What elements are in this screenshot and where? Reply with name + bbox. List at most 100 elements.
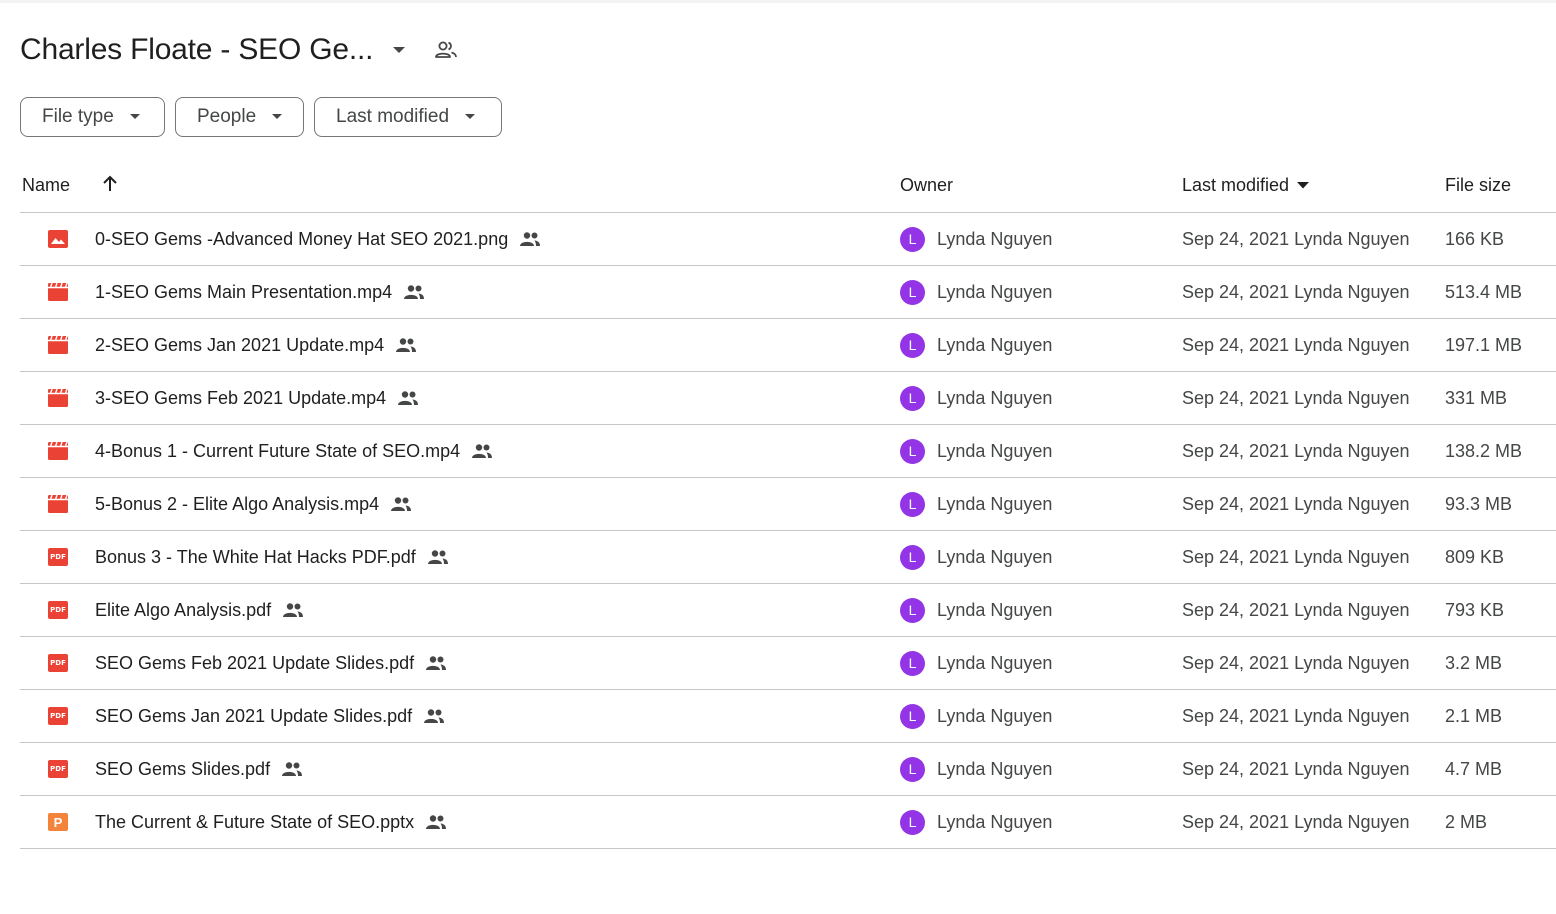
file-name-cell[interactable]: Elite Algo Analysis.pdf (95, 584, 304, 636)
pdf-icon: PDF (48, 707, 68, 725)
last-modified-cell: Sep 24, 2021 Lynda Nguyen (1182, 705, 1410, 726)
video-icon (48, 336, 68, 354)
shared-icon (425, 814, 447, 830)
file-name: Bonus 3 - The White Hat Hacks PDF.pdf (95, 546, 416, 567)
shared-icon (425, 655, 447, 671)
filter-last-modified-label: Last modified (336, 106, 450, 127)
owner-name: Lynda Nguyen (937, 440, 1053, 461)
filter-last-modified-button[interactable]: Last modified (314, 97, 502, 137)
file-name: 0-SEO Gems -Advanced Money Hat SEO 2021.… (95, 228, 509, 249)
last-modified-cell: Sep 24, 2021 Lynda Nguyen (1182, 334, 1410, 355)
filter-file-type-label: File type (42, 106, 114, 127)
avatar: L (900, 703, 925, 729)
table-row[interactable]: PDF Elite Algo Analysis.pdf L Lynda Nguy… (20, 584, 1556, 637)
shared-icon (282, 602, 304, 618)
table-row[interactable]: 4-Bonus 1 - Current Future State of SEO.… (20, 425, 1556, 478)
video-icon (48, 442, 68, 460)
table-row[interactable]: 1-SEO Gems Main Presentation.mp4 L Lynda… (20, 266, 1556, 319)
file-name-cell[interactable]: Bonus 3 - The White Hat Hacks PDF.pdf (95, 531, 449, 583)
owner-name: Lynda Nguyen (937, 281, 1053, 302)
shared-icon (427, 549, 449, 565)
owner-cell: L Lynda Nguyen (900, 425, 1052, 477)
file-name: The Current & Future State of SEO.pptx (95, 811, 415, 832)
chevron-down-icon (272, 114, 283, 120)
table-row[interactable]: 3-SEO Gems Feb 2021 Update.mp4 L Lynda N… (20, 372, 1556, 425)
avatar: L (900, 332, 925, 358)
sort-ascending-arrow-icon[interactable] (100, 174, 120, 194)
owner-name: Lynda Nguyen (937, 811, 1053, 832)
owner-cell: L Lynda Nguyen (900, 690, 1052, 742)
last-modified-cell: Sep 24, 2021 Lynda Nguyen (1182, 493, 1410, 514)
last-modified-cell: Sep 24, 2021 Lynda Nguyen (1182, 599, 1410, 620)
shared-folder-icon[interactable] (433, 37, 459, 63)
file-name-cell[interactable]: SEO Gems Jan 2021 Update Slides.pdf (95, 690, 445, 742)
column-header-file-size[interactable]: File size (1445, 175, 1511, 196)
sort-caret-down-icon (1297, 182, 1310, 189)
chevron-down-icon (129, 114, 140, 120)
table-row[interactable]: 0-SEO Gems -Advanced Money Hat SEO 2021.… (20, 213, 1556, 266)
file-name-cell[interactable]: The Current & Future State of SEO.pptx (95, 796, 447, 848)
owner-name: Lynda Nguyen (937, 387, 1053, 408)
table-row[interactable]: 5-Bonus 2 - Elite Algo Analysis.mp4 L Ly… (20, 478, 1556, 531)
owner-cell: L Lynda Nguyen (900, 796, 1052, 848)
last-modified-cell: Sep 24, 2021 Lynda Nguyen (1182, 281, 1410, 302)
file-name-cell[interactable]: SEO Gems Slides.pdf (95, 743, 303, 795)
folder-title[interactable]: Charles Floate - SEO Ge... (20, 33, 373, 67)
video-icon (48, 495, 68, 513)
table-row[interactable]: P The Current & Future State of SEO.pptx… (20, 796, 1556, 849)
column-header-name[interactable]: Name (22, 175, 70, 196)
file-name-cell[interactable]: 4-Bonus 1 - Current Future State of SEO.… (95, 425, 493, 477)
last-modified-cell: Sep 24, 2021 Lynda Nguyen (1182, 440, 1410, 461)
last-modified-cell: Sep 24, 2021 Lynda Nguyen (1182, 228, 1410, 249)
file-name-cell[interactable]: 3-SEO Gems Feb 2021 Update.mp4 (95, 372, 419, 424)
shared-icon (397, 390, 419, 406)
avatar: L (900, 756, 925, 782)
avatar: L (900, 279, 925, 305)
owner-name: Lynda Nguyen (937, 652, 1053, 673)
table-row[interactable]: PDF Bonus 3 - The White Hat Hacks PDF.pd… (20, 531, 1556, 584)
pdf-icon: PDF (48, 548, 68, 566)
last-modified-cell: Sep 24, 2021 Lynda Nguyen (1182, 652, 1410, 673)
file-name-cell[interactable]: 5-Bonus 2 - Elite Algo Analysis.mp4 (95, 478, 412, 530)
owner-cell: L Lynda Nguyen (900, 372, 1052, 424)
file-size-cell: 809 KB (1445, 546, 1505, 567)
filter-people-label: People (197, 106, 257, 127)
folder-header: Charles Floate - SEO Ge... (20, 28, 459, 72)
file-name-cell[interactable]: 0-SEO Gems -Advanced Money Hat SEO 2021.… (95, 213, 541, 265)
drive-folder-view: Charles Floate - SEO Ge... File type Peo… (0, 0, 1556, 914)
table-row[interactable]: PDF SEO Gems Slides.pdf L Lynda Nguyen S… (20, 743, 1556, 796)
file-size-cell: 2 MB (1445, 811, 1488, 832)
table-row[interactable]: PDF SEO Gems Feb 2021 Update Slides.pdf … (20, 637, 1556, 690)
column-header-last-modified[interactable]: Last modified (1182, 175, 1310, 196)
filter-people-button[interactable]: People (175, 97, 304, 137)
table-row[interactable]: 2-SEO Gems Jan 2021 Update.mp4 L Lynda N… (20, 319, 1556, 372)
owner-cell: L Lynda Nguyen (900, 743, 1052, 795)
avatar: L (900, 809, 925, 835)
owner-cell: L Lynda Nguyen (900, 213, 1052, 265)
table-row[interactable]: PDF SEO Gems Jan 2021 Update Slides.pdf … (20, 690, 1556, 743)
file-name-cell[interactable]: SEO Gems Feb 2021 Update Slides.pdf (95, 637, 447, 689)
owner-name: Lynda Nguyen (937, 228, 1053, 249)
last-modified-cell: Sep 24, 2021 Lynda Nguyen (1182, 387, 1410, 408)
file-name: SEO Gems Jan 2021 Update Slides.pdf (95, 705, 413, 726)
file-size-cell: 4.7 MB (1445, 758, 1503, 779)
pdf-icon: PDF (48, 601, 68, 619)
file-name: 5-Bonus 2 - Elite Algo Analysis.mp4 (95, 493, 380, 514)
column-header-owner[interactable]: Owner (900, 175, 953, 196)
filter-bar: File type People Last modified (20, 97, 502, 137)
owner-cell: L Lynda Nguyen (900, 531, 1052, 583)
file-size-cell: 793 KB (1445, 599, 1505, 620)
file-table: Name Owner Last modified File size 0-SEO… (20, 160, 1556, 849)
file-size-cell: 197.1 MB (1445, 334, 1523, 355)
file-name-cell[interactable]: 1-SEO Gems Main Presentation.mp4 (95, 266, 425, 318)
file-size-cell: 331 MB (1445, 387, 1508, 408)
folder-menu-caret-icon[interactable] (387, 38, 411, 62)
shared-icon (423, 708, 445, 724)
video-icon (48, 389, 68, 407)
owner-name: Lynda Nguyen (937, 493, 1053, 514)
owner-name: Lynda Nguyen (937, 705, 1053, 726)
image-icon (48, 230, 68, 248)
file-name-cell[interactable]: 2-SEO Gems Jan 2021 Update.mp4 (95, 319, 417, 371)
file-name: 3-SEO Gems Feb 2021 Update.mp4 (95, 387, 387, 408)
filter-file-type-button[interactable]: File type (20, 97, 165, 137)
